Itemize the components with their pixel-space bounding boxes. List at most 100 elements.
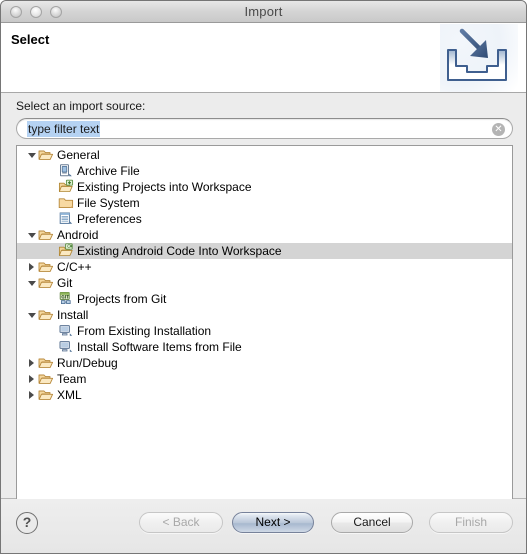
import-dialog-window: Import Select Select an import source: t… (0, 0, 527, 554)
tree-row[interactable]: General (17, 147, 512, 163)
git-icon: GIT (58, 291, 74, 307)
title-bar: Import (1, 1, 526, 23)
filter-input[interactable]: type filter text (27, 120, 101, 137)
tree-row-label: Archive File (77, 164, 140, 178)
chevron-down-icon[interactable] (27, 307, 38, 323)
tree-row[interactable]: XML (17, 387, 512, 403)
zoom-button[interactable] (50, 5, 62, 18)
svg-text:GIT: GIT (61, 294, 69, 299)
tree-row-label: Existing Android Code Into Workspace (77, 244, 282, 258)
chevron-right-icon[interactable] (27, 387, 38, 403)
folder-open-icon (38, 259, 54, 275)
tree-row[interactable]: Preferences (17, 211, 512, 227)
folder-open-icon (38, 227, 54, 243)
chevron-right-icon[interactable] (27, 355, 38, 371)
folder-icon (58, 195, 74, 211)
import-source-tree[interactable]: General Archive File Existing Projects int… (16, 145, 513, 518)
tree-row[interactable]: From Existing Installation (17, 323, 512, 339)
computer-icon (58, 323, 74, 339)
page-title: Select (11, 32, 50, 47)
tree-row[interactable]: Install (17, 307, 512, 323)
window-controls (10, 5, 62, 18)
tree-row-label: C/C++ (57, 260, 92, 274)
tree-row-label: General (57, 148, 100, 162)
tree-row-label: Team (57, 372, 87, 386)
next-button[interactable]: Next > (232, 512, 314, 533)
svg-text:C: C (67, 244, 70, 250)
android-project-icon: C (58, 243, 74, 259)
import-projects-icon (58, 179, 74, 195)
tree-row[interactable]: Android (17, 227, 512, 243)
minimize-button[interactable] (30, 5, 42, 18)
finish-button[interactable]: Finish (429, 512, 513, 533)
tree-row-label: Install (57, 308, 89, 322)
tree-row[interactable]: File System (17, 195, 512, 211)
help-icon[interactable]: ? (16, 512, 38, 534)
tree-row[interactable]: Existing Projects into Workspace (17, 179, 512, 195)
tree-row[interactable]: Git (17, 275, 512, 291)
dialog-header: Select (1, 23, 526, 93)
filter-input-wrapper[interactable]: type filter text ✕ (16, 118, 513, 139)
folder-open-icon (38, 147, 54, 163)
tree-row[interactable]: Archive File (17, 163, 512, 179)
preferences-sheet-icon (58, 211, 74, 227)
folder-open-icon (38, 355, 54, 371)
folder-open-icon (38, 307, 54, 323)
tree-row[interactable]: C/C++ (17, 259, 512, 275)
tree-row[interactable]: Install Software Items from File (17, 339, 512, 355)
back-button[interactable]: < Back (139, 512, 223, 533)
tree-row-label: Install Software Items from File (77, 340, 242, 354)
chevron-right-icon[interactable] (27, 371, 38, 387)
tree-row-label: File System (77, 196, 140, 210)
tree-row[interactable]: C Existing Android Code Into Workspace (17, 243, 512, 259)
window-title: Import (244, 4, 283, 19)
chevron-right-icon[interactable] (27, 259, 38, 275)
dialog-footer: ? < Back Next > Cancel Finish (1, 499, 526, 553)
chevron-down-icon[interactable] (27, 275, 38, 291)
folder-open-icon (38, 387, 54, 403)
archive-file-icon (58, 163, 74, 179)
tree-row-label: From Existing Installation (77, 324, 212, 338)
folder-open-icon (38, 275, 54, 291)
folder-open-icon (38, 371, 54, 387)
tree-row[interactable]: GIT Projects from Git (17, 291, 512, 307)
cancel-button[interactable]: Cancel (331, 512, 413, 533)
source-label: Select an import source: (16, 99, 146, 113)
close-button[interactable] (10, 5, 22, 18)
tree-row-label: Preferences (77, 212, 142, 226)
clear-icon[interactable]: ✕ (492, 123, 505, 136)
tree-row-label: Projects from Git (77, 292, 167, 306)
tree-row-label: Android (57, 228, 99, 242)
dialog-body: Select an import source: type filter tex… (1, 93, 526, 518)
tree-row-label: Existing Projects into Workspace (77, 180, 252, 194)
tree-row[interactable]: Team (17, 371, 512, 387)
import-tray-arrow-icon (440, 24, 518, 92)
tree-row[interactable]: Run/Debug (17, 355, 512, 371)
tree-row-label: Git (57, 276, 73, 290)
chevron-down-icon[interactable] (27, 227, 38, 243)
tree-row-label: XML (57, 388, 82, 402)
chevron-down-icon[interactable] (27, 147, 38, 163)
